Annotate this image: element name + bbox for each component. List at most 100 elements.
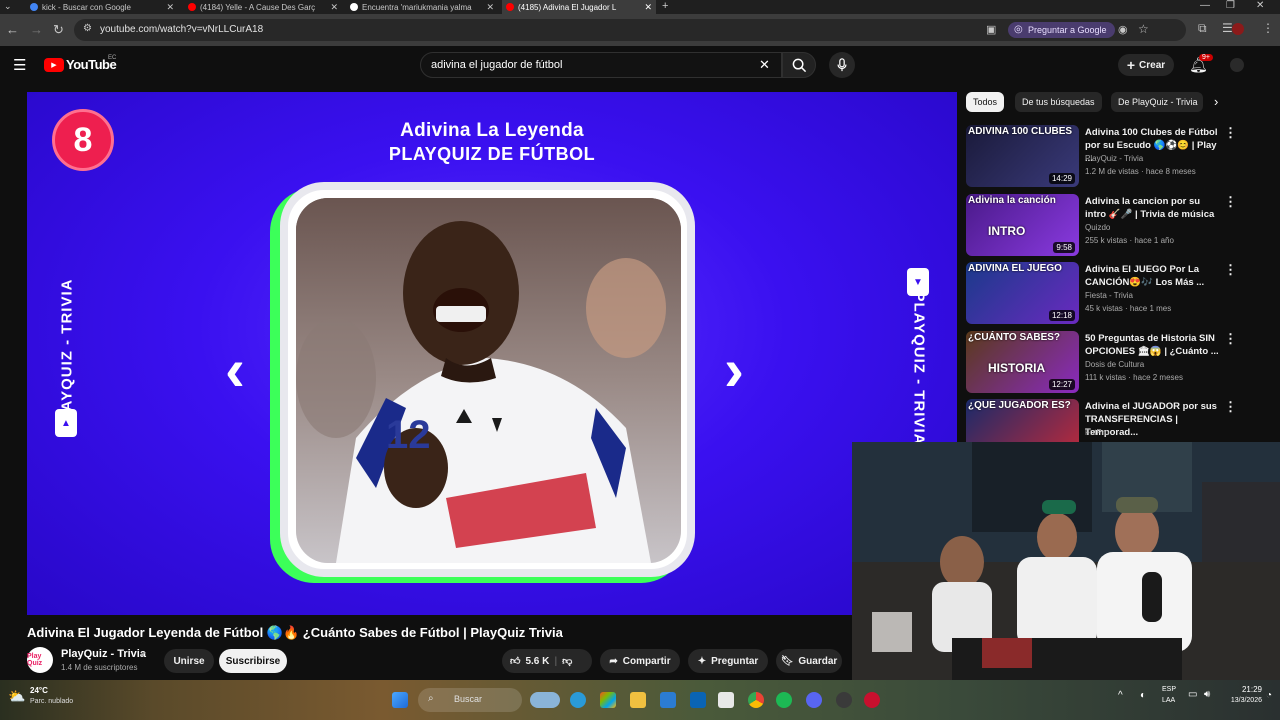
taskbar-search[interactable]: ⌕ Buscar: [418, 688, 522, 712]
recommendation-channel[interactable]: FutPro: [1085, 428, 1109, 437]
url-text[interactable]: youtube.com/watch?v=vNrLLCurA18: [100, 24, 263, 35]
account-avatar[interactable]: [1230, 58, 1244, 72]
search-button[interactable]: [782, 52, 816, 78]
recommendation-channel[interactable]: Quizdo: [1085, 223, 1110, 232]
hide-eye-icon[interactable]: ◉: [1118, 23, 1128, 36]
like-count[interactable]: 5.6 K: [525, 656, 549, 667]
clear-search-icon[interactable]: ✕: [759, 57, 770, 73]
language-top[interactable]: ESP: [1162, 686, 1176, 693]
video-thumbnail[interactable]: Adivina la canción INTRO 9:58: [966, 194, 1079, 256]
bookmark-star-icon[interactable]: ☆: [1138, 22, 1149, 36]
recommendation-title[interactable]: Adivina la cancion por su intro 🎸🎤 | Tri…: [1085, 195, 1223, 221]
tray-arrow-icon[interactable]: ^: [1118, 690, 1123, 701]
weather-icon[interactable]: ⛅: [8, 688, 25, 705]
site-info-icon[interactable]: ⚙: [83, 23, 92, 34]
close-window-icon[interactable]: ✕: [1256, 0, 1264, 11]
tab-tiktok[interactable]: Encuentra 'mariukmania yalma ✕: [346, 0, 498, 14]
channel-name[interactable]: PlayQuiz - Trivia: [61, 648, 146, 660]
recommendation-item[interactable]: ADIVINA 100 CLUBES 14:29 Adivina 100 Clube…: [966, 125, 1246, 187]
youtube-logo-icon[interactable]: ▶: [44, 58, 64, 72]
reload-icon[interactable]: ↻: [53, 22, 64, 38]
chrome-icon[interactable]: [748, 692, 764, 708]
more-options-icon[interactable]: ⋮: [1224, 125, 1237, 141]
channel-avatar[interactable]: Play Quiz: [27, 647, 53, 673]
thumbnail-text: ADIVINA EL JUEGO: [968, 263, 1062, 274]
video-thumbnail[interactable]: ADIVINA 100 CLUBES 14:29: [966, 125, 1079, 187]
app-red-icon[interactable]: [864, 692, 880, 708]
language-bottom[interactable]: LAA: [1162, 697, 1175, 704]
back-icon[interactable]: ←: [6, 22, 19, 37]
obs-icon[interactable]: [836, 692, 852, 708]
subscribe-button[interactable]: Suscribirse: [219, 649, 287, 673]
recommendation-item[interactable]: ADIVINA EL JUEGO 12:18 Adivina El JUEGO Po…: [966, 262, 1246, 324]
clock-time[interactable]: 21:29: [1226, 685, 1262, 694]
ask-button[interactable]: ✦ Preguntar: [688, 649, 768, 673]
tab-google-search[interactable]: kick - Buscar con Google ✕: [26, 0, 178, 14]
tray-app-icon[interactable]: ◐: [1140, 690, 1146, 701]
edge-icon[interactable]: [570, 692, 586, 708]
video-player[interactable]: 8 Adivina La Leyenda PLAYQUIZ DE FÚTBOL …: [27, 92, 957, 615]
join-button[interactable]: Unirse: [164, 649, 214, 673]
chip-all[interactable]: Todos: [966, 92, 1005, 112]
close-tab-icon[interactable]: ✕: [486, 2, 494, 13]
weather-temp[interactable]: 24°C: [30, 686, 48, 695]
outlook-icon[interactable]: [690, 692, 706, 708]
chip-from-searches[interactable]: De tus búsquedas: [1015, 92, 1102, 112]
recommendation-channel[interactable]: Dosis de Cultura: [1085, 360, 1144, 369]
notification-center-icon[interactable]: ◔: [1266, 690, 1272, 701]
weather-description[interactable]: Parc. nublado: [30, 698, 73, 705]
chips-next-icon[interactable]: ›: [1214, 94, 1218, 109]
start-windows-icon[interactable]: [392, 692, 408, 708]
profile-avatar[interactable]: [1232, 23, 1244, 35]
chip-from-channel[interactable]: De PlayQuiz - Trivia: [1111, 92, 1203, 112]
video-thumbnail[interactable]: ¿CUÁNTO SABES? HISTORIA 12:27: [966, 331, 1079, 393]
voice-search-button[interactable]: [829, 52, 855, 78]
browser-menu-icon[interactable]: ⋮: [1262, 21, 1274, 35]
more-options-icon[interactable]: ⋮: [1224, 194, 1237, 210]
close-tab-icon[interactable]: ✕: [644, 2, 652, 13]
spotify-icon[interactable]: [776, 692, 792, 708]
tab-yelle[interactable]: (4184) Yelle - A Cause Des Garç ✕: [184, 0, 342, 14]
recommendation-channel[interactable]: Fiesta - Trivia: [1085, 291, 1133, 300]
more-options-icon[interactable]: ⋮: [1224, 262, 1237, 278]
store-icon[interactable]: [600, 692, 616, 708]
network-icon[interactable]: ▭: [1188, 689, 1197, 700]
maximize-icon[interactable]: ❐: [1226, 0, 1235, 11]
create-button[interactable]: + Crear: [1118, 54, 1174, 76]
video-thumbnail[interactable]: ADIVINA EL JUEGO 12:18: [966, 262, 1079, 324]
tab-current-video[interactable]: (4185) Adivina El Jugador L ✕: [502, 0, 656, 14]
hamburger-menu-icon[interactable]: ☰: [13, 56, 26, 74]
ask-google-button[interactable]: ◎ Preguntar a Google: [1008, 22, 1115, 38]
more-options-icon[interactable]: ⋮: [1224, 331, 1237, 347]
close-tab-icon[interactable]: ✕: [166, 2, 174, 13]
cast-icon[interactable]: ▣: [986, 23, 996, 36]
word-icon[interactable]: [660, 692, 676, 708]
calculator-icon[interactable]: [718, 692, 734, 708]
clock-date[interactable]: 13/3/2026: [1222, 697, 1262, 704]
recommendation-item[interactable]: Adivina la canción INTRO 9:58 Adivina la ca…: [966, 194, 1246, 256]
search-query-text[interactable]: adivina el jugador de fútbol: [431, 59, 562, 71]
tab-list-icon[interactable]: ⌄: [4, 1, 12, 12]
recommendation-item[interactable]: ¿CUÁNTO SABES? HISTORIA 12:27 50 Preguntas …: [966, 331, 1246, 393]
tab-label: kick - Buscar con Google: [42, 2, 131, 12]
save-button[interactable]: 🔖︎ Guardar: [776, 649, 842, 673]
recommendation-title[interactable]: Adivina El JUEGO Por La CANCIÓN😍🎶 Los Má…: [1085, 263, 1223, 289]
discord-icon[interactable]: [806, 692, 822, 708]
dislike-icon[interactable]: 👎︎: [562, 655, 572, 667]
file-explorer-icon[interactable]: [630, 692, 646, 708]
recommendation-channel[interactable]: PlayQuiz - Trivia: [1085, 154, 1143, 163]
search-input[interactable]: adivina el jugador de fútbol ✕: [420, 52, 782, 78]
volume-icon[interactable]: 🔊︎: [1204, 689, 1210, 700]
recommendation-title[interactable]: 50 Preguntas de Historia SIN OPCIONES 🏛😱…: [1085, 332, 1223, 358]
extensions-icon[interactable]: ⧉: [1198, 21, 1207, 36]
new-tab-button[interactable]: +: [662, 0, 668, 12]
more-options-icon[interactable]: ⋮: [1224, 399, 1237, 415]
football-player-photo: 12: [296, 198, 681, 563]
close-tab-icon[interactable]: ✕: [330, 2, 338, 13]
forward-icon[interactable]: →: [30, 22, 43, 37]
omnibox[interactable]: ⚙ youtube.com/watch?v=vNrLLCurA18 ▣ ◎ Pr…: [74, 19, 1186, 41]
share-button[interactable]: ➦ Compartir: [600, 649, 680, 673]
widget-icon[interactable]: [530, 692, 560, 708]
minimize-icon[interactable]: —: [1200, 0, 1210, 11]
like-icon[interactable]: 👍︎: [510, 655, 520, 667]
